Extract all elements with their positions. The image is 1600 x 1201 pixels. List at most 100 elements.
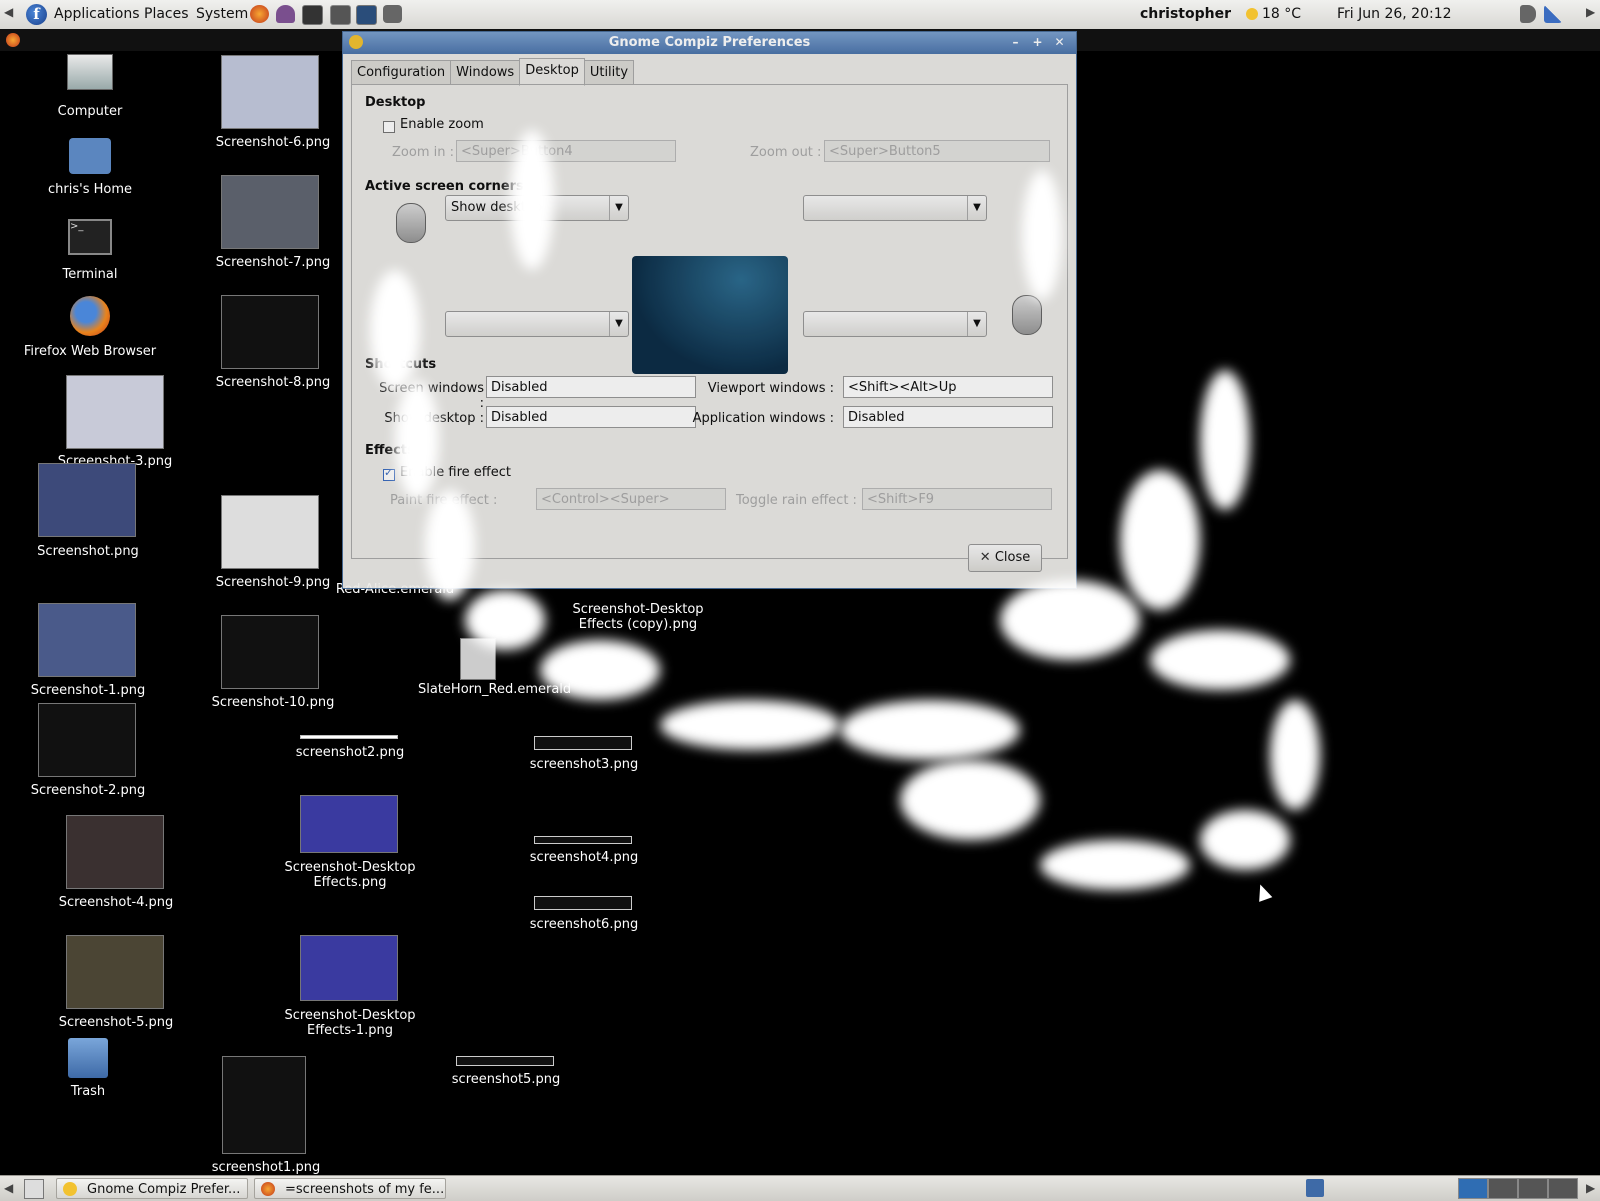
maximize-icon[interactable]: + [1029,34,1046,51]
thumbnail-image[interactable] [221,175,319,249]
terminal-icon[interactable]: >_ Terminal [20,219,160,282]
panel-username[interactable]: christopher [1140,6,1231,22]
firefox-glyph-icon [70,296,110,336]
tab-desktop[interactable]: Desktop [519,58,585,86]
thumbnail-image[interactable] [456,1056,554,1066]
show-desktop-icon[interactable] [24,1179,44,1199]
file-screenshot[interactable]: Screenshot.png [18,544,158,559]
file-screenshot-9[interactable]: Screenshot-9.png [198,575,348,590]
minimize-icon[interactable]: – [1007,34,1024,51]
screen-launcher-icon[interactable] [356,5,377,25]
thumbnail-image[interactable] [221,295,319,369]
media-launcher-icon[interactable] [330,5,351,25]
close-window-icon[interactable]: ✕ [1051,34,1068,51]
thumbnail-image[interactable] [66,375,164,449]
file-screenshot1[interactable]: screenshot1.png [196,1160,336,1175]
panel-scroll-right-icon[interactable]: ▶ [1586,5,1595,19]
close-button[interactable]: ✕ Close [968,544,1042,572]
chevron-down-icon: ▼ [967,196,986,220]
thumbnail-image[interactable] [38,463,136,537]
volume-icon[interactable] [1520,5,1536,23]
weather-temperature[interactable]: 18 °C [1262,6,1301,22]
home-label: chris's Home [48,182,132,197]
firefox-launcher-icon[interactable] [250,5,269,23]
weather-sun-icon[interactable] [1246,8,1258,20]
file-label: Screenshot-8.png [215,375,331,390]
fedora-logo-icon[interactable]: f [26,4,47,25]
fire-effect-checkbox[interactable] [383,466,395,481]
file-screenshot-desktop-effects-1[interactable]: Screenshot-Desktop Effects-1.png [270,1008,430,1038]
show-desktop-field[interactable]: Disabled [486,406,696,428]
network-signal-icon[interactable] [1544,5,1562,23]
computer-icon[interactable]: Computer [20,54,160,119]
task-label: Gnome Compiz Prefer... [87,1182,241,1197]
file-screenshot2[interactable]: screenshot2.png [280,745,420,760]
thumbnail-image[interactable] [300,735,398,739]
tab-configuration[interactable]: Configuration [351,60,452,85]
menu-places[interactable]: Places [144,6,189,22]
panel-scroll-left-icon[interactable]: ◀ [4,1181,13,1195]
thumbnail-image[interactable] [66,815,164,889]
menu-applications[interactable]: Applications [54,6,140,22]
file-screenshot-4[interactable]: Screenshot-4.png [46,895,186,910]
screen-windows-field[interactable]: Disabled [486,376,696,398]
corner-top-right-combo[interactable]: ▼ [803,195,987,221]
zoom-in-field[interactable]: <Super>Button4 [456,140,676,162]
file-screenshot-desktop-effects-copy[interactable]: Screenshot-Desktop Effects (copy).png [558,602,718,632]
workspace-4[interactable] [1548,1178,1578,1199]
file-screenshot3[interactable]: screenshot3.png [514,757,654,772]
dialog-titlebar[interactable]: Gnome Compiz Preferences – + ✕ [343,32,1076,54]
terminal-launcher-icon[interactable] [302,5,323,25]
viewport-windows-field[interactable]: <Shift><Alt>Up [843,376,1053,398]
thumbnail-image[interactable] [38,703,136,777]
camera-launcher-icon[interactable] [383,5,402,23]
file-screenshot-8[interactable]: Screenshot-8.png [198,375,348,390]
taskbar-compiz-preferences[interactable]: Gnome Compiz Prefer... [56,1178,248,1199]
rain-field[interactable]: <Shift>F9 [862,488,1052,510]
zoom-out-field[interactable]: <Super>Button5 [824,140,1050,162]
paint-fire-field[interactable]: <Control><Super> [536,488,726,510]
thumbnail-image[interactable] [300,795,398,853]
workspace-2[interactable] [1488,1178,1518,1199]
file-screenshot-2[interactable]: Screenshot-2.png [18,783,158,798]
thumbnail-image[interactable] [221,615,319,689]
thumbnail-image[interactable] [66,935,164,1009]
file-screenshot-desktop-effects[interactable]: Screenshot-Desktop Effects.png [270,860,430,890]
tab-windows[interactable]: Windows [450,60,521,85]
file-screenshot-7[interactable]: Screenshot-7.png [198,255,348,270]
thumbnail-image[interactable] [38,603,136,677]
trash-applet-icon[interactable] [1306,1179,1324,1197]
file-screenshot5[interactable]: screenshot5.png [436,1072,576,1087]
workspace-3[interactable] [1518,1178,1548,1199]
application-windows-field[interactable]: Disabled [843,406,1053,428]
desktop-section-heading: Desktop [365,95,426,110]
workspace-1[interactable] [1458,1178,1488,1199]
thumbnail-image[interactable] [221,495,319,569]
firefox-icon[interactable]: Firefox Web Browser [10,296,170,359]
thumbnail-image[interactable] [534,836,632,844]
pidgin-launcher-icon[interactable] [276,5,295,23]
file-slatehorn-red[interactable]: SlateHorn_Red.emerald [418,682,571,697]
trash-icon[interactable]: Trash [20,1038,156,1099]
clock[interactable]: Fri Jun 26, 20:12 [1337,6,1452,22]
file-screenshot-10[interactable]: Screenshot-10.png [198,695,348,710]
tab-utility[interactable]: Utility [583,60,635,85]
enable-zoom-checkbox[interactable] [383,121,395,133]
thumbnail-image[interactable] [300,935,398,1001]
file-screenshot-5[interactable]: Screenshot-5.png [46,1015,186,1030]
corner-bottom-right-combo[interactable]: ▼ [803,311,987,337]
thumbnail-image[interactable] [222,1056,306,1154]
file-screenshot4[interactable]: screenshot4.png [514,850,654,865]
thumbnail-image[interactable] [534,896,632,910]
corner-bottom-left-combo[interactable]: ▼ [445,311,629,337]
taskbar-firefox[interactable]: =screenshots of my fe... [254,1178,446,1199]
thumbnail-image[interactable] [221,55,319,129]
file-screenshot-1[interactable]: Screenshot-1.png [18,683,158,698]
panel-scroll-left-icon[interactable]: ◀ [4,5,13,19]
file-screenshot-6[interactable]: Screenshot-6.png [198,135,348,150]
home-folder-icon[interactable]: chris's Home [20,138,160,197]
file-screenshot6[interactable]: screenshot6.png [514,917,654,932]
panel-scroll-right-icon[interactable]: ▶ [1586,1181,1595,1195]
thumbnail-image[interactable] [534,736,632,750]
menu-system[interactable]: System [196,6,248,22]
